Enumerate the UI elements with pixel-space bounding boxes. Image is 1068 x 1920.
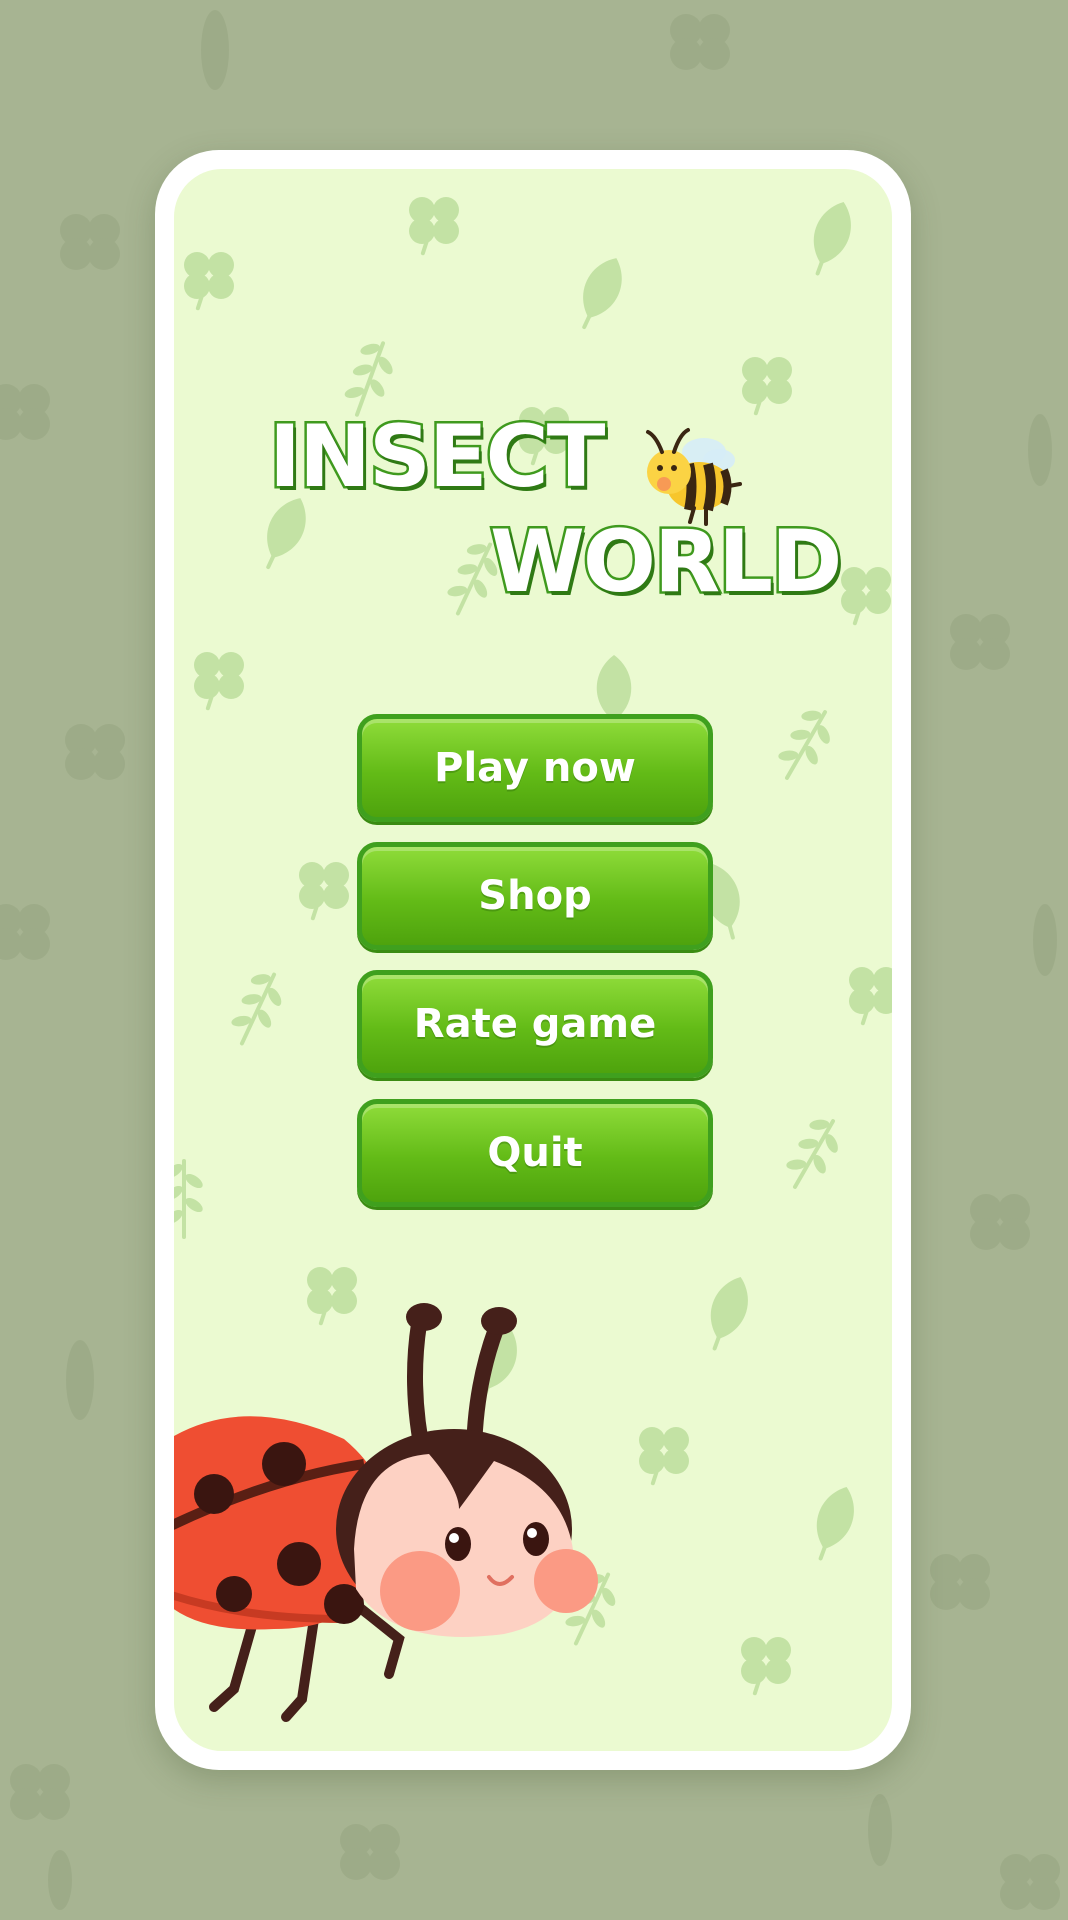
game-title-line1: INSECT	[266, 407, 607, 507]
ladybug-icon	[174, 1303, 598, 1722]
play-now-button[interactable]: Play now	[357, 714, 713, 822]
quit-button[interactable]: Quit	[357, 1099, 713, 1207]
bee-icon	[646, 428, 742, 526]
shop-button[interactable]: Shop	[357, 842, 713, 950]
game-screen: INSECT WORLD Play now Shop Rate game Qui…	[174, 169, 892, 1751]
rate-game-button[interactable]: Rate game	[357, 970, 713, 1078]
